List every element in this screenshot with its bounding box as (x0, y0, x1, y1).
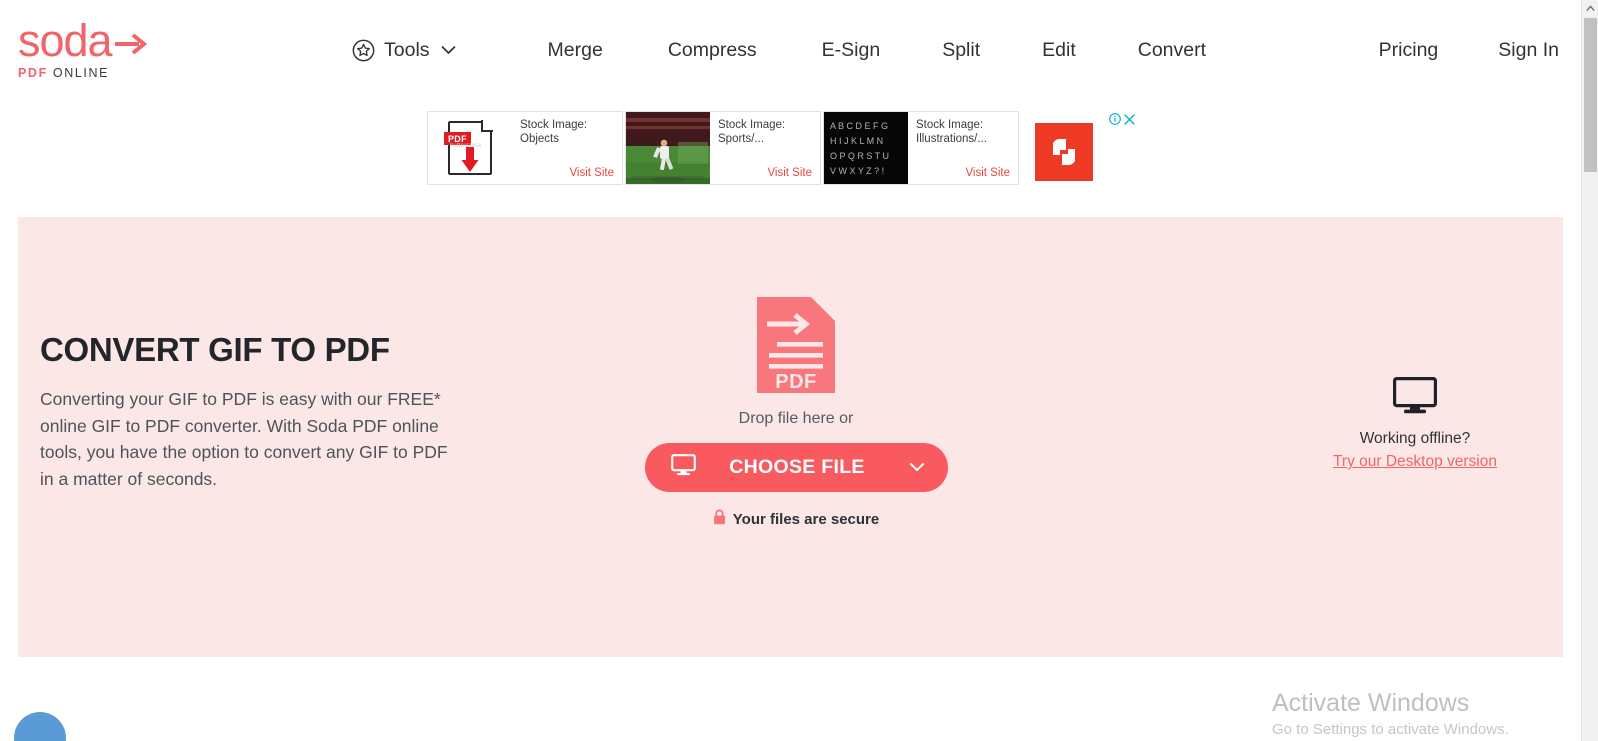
chevron-down-icon (441, 42, 456, 60)
ad-card[interactable]: PDF hutterstock Stock Image: Objects Vis… (427, 111, 623, 185)
ad-title: Stock Image: Illustrations/... (916, 119, 987, 145)
logo-arrow-icon (113, 19, 147, 65)
ad-thumbnail-objects: PDF hutterstock (428, 112, 512, 184)
lock-icon (713, 509, 726, 530)
working-offline-label: Working offline? (1359, 430, 1471, 447)
nav-item-merge[interactable]: Merge (548, 38, 603, 62)
ad-card[interactable]: A B C D E F G H I J K L M N O P Q R S T … (823, 111, 1019, 185)
ad-title: Stock Image: Sports/... (718, 119, 786, 145)
svg-text:H I J K L M N: H I J K L M N (830, 136, 883, 146)
hero-text-block: CONVERT GIF TO PDF Converting your GIF t… (40, 331, 470, 492)
hero-section: CONVERT GIF TO PDF Converting your GIF t… (18, 217, 1563, 657)
ad-thumbnail-sports (626, 112, 710, 184)
top-navigation-bar: soda PDF ONLINE Tools Merge Compress E-S… (0, 0, 1581, 100)
hero-description: Converting your GIF to PDF is easy with … (40, 389, 448, 489)
ad-title: Stock Image: Objects (520, 119, 588, 145)
file-upload-zone[interactable]: PDF Drop file here or CHOOSE FILE Your f… (626, 297, 966, 530)
logo-subtitle: PDF ONLINE (18, 66, 198, 80)
ad-visit-site-link[interactable]: Visit Site (718, 167, 814, 179)
logo-wordmark: soda (18, 16, 198, 65)
scrollbar-up-arrow[interactable] (1582, 0, 1598, 17)
ad-text-block: Stock Image: Illustrations/... Visit Sit… (908, 112, 1018, 184)
browser-page: soda PDF ONLINE Tools Merge Compress E-S… (0, 0, 1598, 741)
logo-subtitle-online: ONLINE (52, 66, 110, 80)
svg-text:PDF: PDF (775, 371, 817, 393)
page-title: CONVERT GIF TO PDF (40, 331, 390, 368)
nav-item-compress[interactable]: Compress (668, 38, 757, 62)
vertical-scrollbar[interactable] (1581, 0, 1598, 741)
activate-windows-title: Activate Windows (1272, 689, 1470, 717)
ad-text-block: Stock Image: Sports/... Visit Site (710, 112, 820, 184)
advertisement-banner: PDF hutterstock Stock Image: Objects Vis… (427, 111, 1135, 189)
files-secure-label: Your files are secure (732, 510, 880, 528)
nav-item-pricing[interactable]: Pricing (1379, 38, 1439, 62)
nav-item-convert[interactable]: Convert (1138, 38, 1206, 62)
choose-file-button[interactable]: CHOOSE FILE (644, 443, 948, 492)
desktop-monitor-icon (1393, 377, 1437, 419)
page-viewport: soda PDF ONLINE Tools Merge Compress E-S… (0, 0, 1581, 741)
soda-pdf-logo[interactable]: soda PDF ONLINE (18, 16, 198, 80)
nav-links-group: Tools Merge Compress E-Sign Split Edit C… (352, 0, 1206, 100)
ad-close-icon[interactable] (1124, 112, 1135, 130)
svg-text:O P Q R S T U: O P Q R S T U (830, 151, 889, 161)
ad-controls (1109, 112, 1135, 130)
pdf-document-icon: PDF hutterstock (444, 120, 493, 178)
working-offline-block: Working offline? Try our Desktop version (1315, 377, 1515, 472)
windows-activation-watermark: Activate Windows Go to Settings to activ… (1272, 688, 1572, 740)
desktop-version-link[interactable]: Try our Desktop version (1333, 452, 1497, 472)
pdf-file-icon: PDF (757, 297, 835, 393)
files-secure-notice: Your files are secure (713, 509, 879, 530)
activate-windows-subtitle: Go to Settings to activate Windows. (1272, 721, 1509, 738)
chevron-down-icon[interactable] (909, 459, 925, 477)
nav-right-group: Pricing Sign In (1379, 0, 1559, 100)
nav-item-sign-in[interactable]: Sign In (1498, 38, 1559, 62)
logo-subtitle-pdf: PDF (18, 66, 48, 80)
drop-file-text: Drop file here or (738, 410, 854, 427)
nav-item-e-sign[interactable]: E-Sign (822, 38, 881, 62)
shutterstock-logo-icon[interactable] (1035, 123, 1093, 181)
logo-word-text: soda (18, 14, 113, 66)
nav-item-split[interactable]: Split (942, 38, 980, 62)
chat-widget-button[interactable] (14, 712, 66, 741)
svg-text:V W X Y Z ? !: V W X Y Z ? ! (830, 166, 884, 176)
nav-item-edit[interactable]: Edit (1042, 38, 1076, 62)
ad-info-icon[interactable] (1109, 112, 1121, 130)
choose-file-label: CHOOSE FILE (729, 456, 865, 478)
download-arrow-icon (461, 147, 479, 178)
nav-item-tools-label: Tools (384, 39, 430, 61)
ad-visit-site-link[interactable]: Visit Site (916, 167, 1012, 179)
scrollbar-thumb[interactable] (1584, 18, 1597, 172)
nav-item-tools[interactable]: Tools (352, 38, 456, 62)
ad-card[interactable]: Stock Image: Sports/... Visit Site (625, 111, 821, 185)
ad-thumbnail-illustrations: A B C D E F G H I J K L M N O P Q R S T … (824, 112, 908, 184)
ad-visit-site-link[interactable]: Visit Site (520, 167, 616, 179)
star-circle-icon (352, 39, 375, 62)
svg-text:A B C D E F G: A B C D E F G (830, 121, 888, 131)
ad-text-block: Stock Image: Objects Visit Site (512, 112, 622, 184)
